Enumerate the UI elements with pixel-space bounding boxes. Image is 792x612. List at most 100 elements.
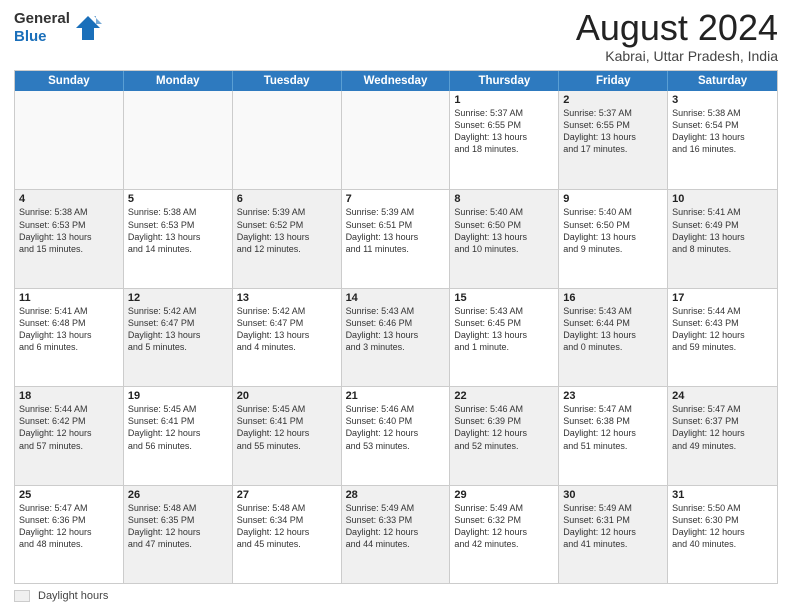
day-number: 27 bbox=[237, 489, 337, 501]
day-info: Sunrise: 5:40 AM Sunset: 6:50 PM Dayligh… bbox=[454, 206, 554, 255]
calendar-cell-2: 2Sunrise: 5:37 AM Sunset: 6:55 PM Daylig… bbox=[559, 91, 668, 189]
calendar-cell-11: 11Sunrise: 5:41 AM Sunset: 6:48 PM Dayli… bbox=[15, 289, 124, 386]
day-number: 16 bbox=[563, 292, 663, 304]
day-number: 28 bbox=[346, 489, 446, 501]
day-info: Sunrise: 5:44 AM Sunset: 6:42 PM Dayligh… bbox=[19, 403, 119, 452]
calendar-cell-6: 6Sunrise: 5:39 AM Sunset: 6:52 PM Daylig… bbox=[233, 190, 342, 287]
day-info: Sunrise: 5:37 AM Sunset: 6:55 PM Dayligh… bbox=[563, 107, 663, 156]
calendar-cell-9: 9Sunrise: 5:40 AM Sunset: 6:50 PM Daylig… bbox=[559, 190, 668, 287]
calendar-cell-28: 28Sunrise: 5:49 AM Sunset: 6:33 PM Dayli… bbox=[342, 486, 451, 583]
calendar-row-4: 25Sunrise: 5:47 AM Sunset: 6:36 PM Dayli… bbox=[15, 485, 777, 583]
calendar-cell-13: 13Sunrise: 5:42 AM Sunset: 6:47 PM Dayli… bbox=[233, 289, 342, 386]
calendar-cell-8: 8Sunrise: 5:40 AM Sunset: 6:50 PM Daylig… bbox=[450, 190, 559, 287]
weekday-header-wednesday: Wednesday bbox=[342, 71, 451, 91]
day-number: 3 bbox=[672, 94, 773, 106]
day-number: 1 bbox=[454, 94, 554, 106]
calendar-cell-4: 4Sunrise: 5:38 AM Sunset: 6:53 PM Daylig… bbox=[15, 190, 124, 287]
day-info: Sunrise: 5:49 AM Sunset: 6:32 PM Dayligh… bbox=[454, 502, 554, 551]
header: General Blue August 2024 Kabrai, Uttar P… bbox=[14, 10, 778, 64]
day-info: Sunrise: 5:42 AM Sunset: 6:47 PM Dayligh… bbox=[128, 305, 228, 354]
subtitle: Kabrai, Uttar Pradesh, India bbox=[576, 48, 778, 64]
day-info: Sunrise: 5:47 AM Sunset: 6:37 PM Dayligh… bbox=[672, 403, 773, 452]
day-number: 7 bbox=[346, 193, 446, 205]
calendar-cell-31: 31Sunrise: 5:50 AM Sunset: 6:30 PM Dayli… bbox=[668, 486, 777, 583]
day-info: Sunrise: 5:40 AM Sunset: 6:50 PM Dayligh… bbox=[563, 206, 663, 255]
logo-general: General Blue bbox=[14, 10, 70, 46]
calendar-cell-12: 12Sunrise: 5:42 AM Sunset: 6:47 PM Dayli… bbox=[124, 289, 233, 386]
calendar-cell-14: 14Sunrise: 5:43 AM Sunset: 6:46 PM Dayli… bbox=[342, 289, 451, 386]
day-number: 5 bbox=[128, 193, 228, 205]
day-number: 20 bbox=[237, 390, 337, 402]
calendar-cell-25: 25Sunrise: 5:47 AM Sunset: 6:36 PM Dayli… bbox=[15, 486, 124, 583]
day-info: Sunrise: 5:49 AM Sunset: 6:31 PM Dayligh… bbox=[563, 502, 663, 551]
calendar-cell-empty bbox=[233, 91, 342, 189]
calendar-cell-3: 3Sunrise: 5:38 AM Sunset: 6:54 PM Daylig… bbox=[668, 91, 777, 189]
day-number: 24 bbox=[672, 390, 773, 402]
day-number: 11 bbox=[19, 292, 119, 304]
weekday-header-saturday: Saturday bbox=[668, 71, 777, 91]
day-info: Sunrise: 5:43 AM Sunset: 6:44 PM Dayligh… bbox=[563, 305, 663, 354]
day-number: 23 bbox=[563, 390, 663, 402]
day-number: 18 bbox=[19, 390, 119, 402]
day-info: Sunrise: 5:46 AM Sunset: 6:39 PM Dayligh… bbox=[454, 403, 554, 452]
weekday-header-tuesday: Tuesday bbox=[233, 71, 342, 91]
day-info: Sunrise: 5:49 AM Sunset: 6:33 PM Dayligh… bbox=[346, 502, 446, 551]
calendar-cell-21: 21Sunrise: 5:46 AM Sunset: 6:40 PM Dayli… bbox=[342, 387, 451, 484]
calendar-row-3: 18Sunrise: 5:44 AM Sunset: 6:42 PM Dayli… bbox=[15, 386, 777, 484]
calendar-cell-1: 1Sunrise: 5:37 AM Sunset: 6:55 PM Daylig… bbox=[450, 91, 559, 189]
legend-box bbox=[14, 590, 30, 602]
day-info: Sunrise: 5:39 AM Sunset: 6:51 PM Dayligh… bbox=[346, 206, 446, 255]
calendar-cell-23: 23Sunrise: 5:47 AM Sunset: 6:38 PM Dayli… bbox=[559, 387, 668, 484]
day-info: Sunrise: 5:38 AM Sunset: 6:53 PM Dayligh… bbox=[128, 206, 228, 255]
calendar-cell-empty bbox=[342, 91, 451, 189]
calendar-cell-empty bbox=[124, 91, 233, 189]
calendar-cell-5: 5Sunrise: 5:38 AM Sunset: 6:53 PM Daylig… bbox=[124, 190, 233, 287]
calendar-body: 1Sunrise: 5:37 AM Sunset: 6:55 PM Daylig… bbox=[15, 91, 777, 583]
calendar-cell-30: 30Sunrise: 5:49 AM Sunset: 6:31 PM Dayli… bbox=[559, 486, 668, 583]
day-number: 10 bbox=[672, 193, 773, 205]
day-number: 2 bbox=[563, 94, 663, 106]
day-number: 22 bbox=[454, 390, 554, 402]
day-number: 12 bbox=[128, 292, 228, 304]
calendar-header: SundayMondayTuesdayWednesdayThursdayFrid… bbox=[15, 71, 777, 91]
calendar-cell-22: 22Sunrise: 5:46 AM Sunset: 6:39 PM Dayli… bbox=[450, 387, 559, 484]
logo-icon bbox=[74, 14, 102, 42]
title-block: August 2024 Kabrai, Uttar Pradesh, India bbox=[576, 10, 778, 64]
calendar-row-0: 1Sunrise: 5:37 AM Sunset: 6:55 PM Daylig… bbox=[15, 91, 777, 189]
day-info: Sunrise: 5:37 AM Sunset: 6:55 PM Dayligh… bbox=[454, 107, 554, 156]
day-number: 6 bbox=[237, 193, 337, 205]
day-number: 14 bbox=[346, 292, 446, 304]
day-info: Sunrise: 5:47 AM Sunset: 6:38 PM Dayligh… bbox=[563, 403, 663, 452]
day-number: 30 bbox=[563, 489, 663, 501]
day-info: Sunrise: 5:43 AM Sunset: 6:46 PM Dayligh… bbox=[346, 305, 446, 354]
day-info: Sunrise: 5:50 AM Sunset: 6:30 PM Dayligh… bbox=[672, 502, 773, 551]
day-number: 17 bbox=[672, 292, 773, 304]
weekday-header-friday: Friday bbox=[559, 71, 668, 91]
calendar-row-1: 4Sunrise: 5:38 AM Sunset: 6:53 PM Daylig… bbox=[15, 189, 777, 287]
day-info: Sunrise: 5:38 AM Sunset: 6:54 PM Dayligh… bbox=[672, 107, 773, 156]
day-info: Sunrise: 5:45 AM Sunset: 6:41 PM Dayligh… bbox=[237, 403, 337, 452]
day-info: Sunrise: 5:48 AM Sunset: 6:34 PM Dayligh… bbox=[237, 502, 337, 551]
calendar-cell-17: 17Sunrise: 5:44 AM Sunset: 6:43 PM Dayli… bbox=[668, 289, 777, 386]
calendar-cell-27: 27Sunrise: 5:48 AM Sunset: 6:34 PM Dayli… bbox=[233, 486, 342, 583]
day-info: Sunrise: 5:46 AM Sunset: 6:40 PM Dayligh… bbox=[346, 403, 446, 452]
calendar-cell-18: 18Sunrise: 5:44 AM Sunset: 6:42 PM Dayli… bbox=[15, 387, 124, 484]
calendar: SundayMondayTuesdayWednesdayThursdayFrid… bbox=[14, 70, 778, 584]
calendar-cell-10: 10Sunrise: 5:41 AM Sunset: 6:49 PM Dayli… bbox=[668, 190, 777, 287]
page: General Blue August 2024 Kabrai, Uttar P… bbox=[0, 0, 792, 612]
day-info: Sunrise: 5:38 AM Sunset: 6:53 PM Dayligh… bbox=[19, 206, 119, 255]
day-number: 13 bbox=[237, 292, 337, 304]
weekday-header-sunday: Sunday bbox=[15, 71, 124, 91]
day-info: Sunrise: 5:39 AM Sunset: 6:52 PM Dayligh… bbox=[237, 206, 337, 255]
calendar-cell-29: 29Sunrise: 5:49 AM Sunset: 6:32 PM Dayli… bbox=[450, 486, 559, 583]
calendar-cell-20: 20Sunrise: 5:45 AM Sunset: 6:41 PM Dayli… bbox=[233, 387, 342, 484]
legend: Daylight hours bbox=[14, 590, 778, 602]
calendar-row-2: 11Sunrise: 5:41 AM Sunset: 6:48 PM Dayli… bbox=[15, 288, 777, 386]
weekday-header-thursday: Thursday bbox=[450, 71, 559, 91]
calendar-cell-16: 16Sunrise: 5:43 AM Sunset: 6:44 PM Dayli… bbox=[559, 289, 668, 386]
legend-label: Daylight hours bbox=[38, 590, 108, 602]
calendar-cell-empty bbox=[15, 91, 124, 189]
day-number: 4 bbox=[19, 193, 119, 205]
day-number: 31 bbox=[672, 489, 773, 501]
day-number: 8 bbox=[454, 193, 554, 205]
